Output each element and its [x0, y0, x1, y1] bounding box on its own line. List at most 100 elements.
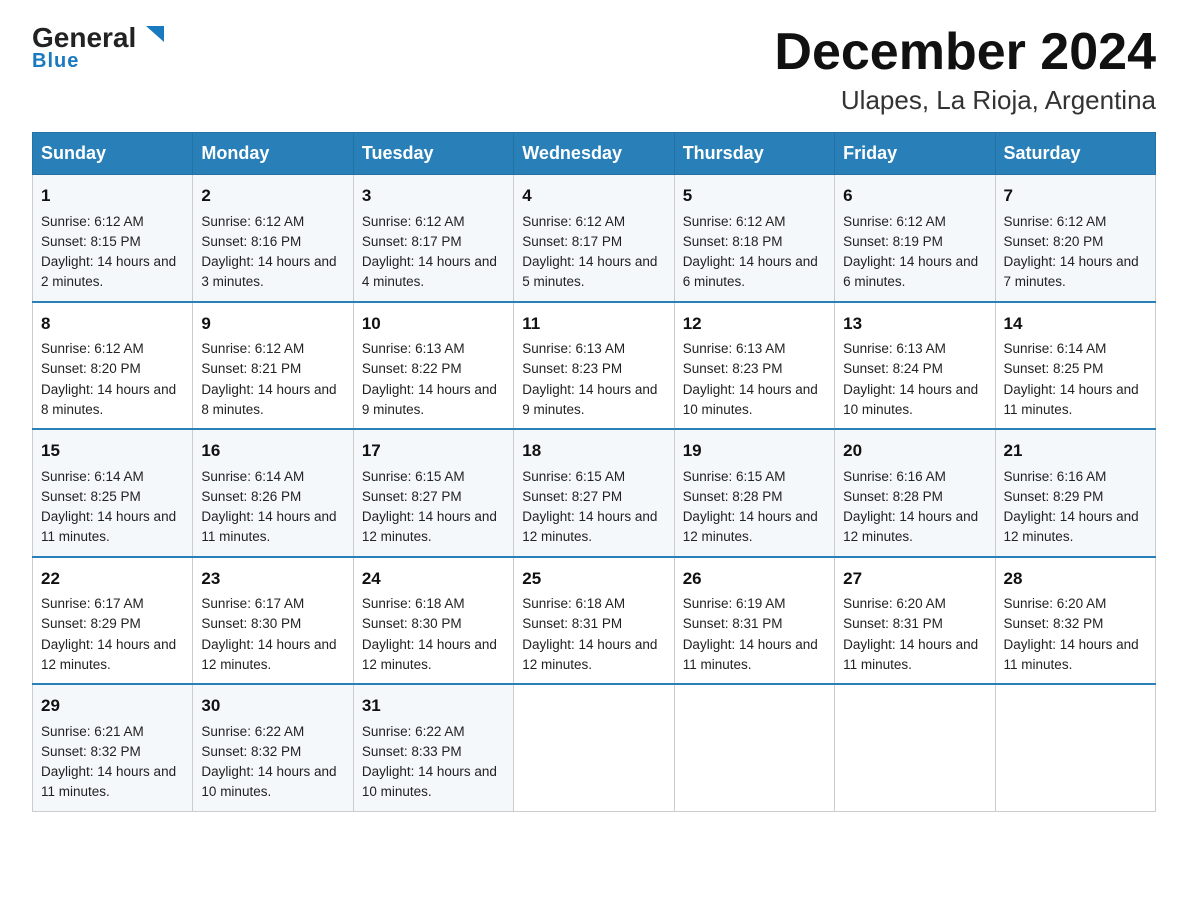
calendar-cell: 10Sunrise: 6:13 AMSunset: 8:22 PMDayligh…: [353, 302, 513, 430]
calendar-cell: 11Sunrise: 6:13 AMSunset: 8:23 PMDayligh…: [514, 302, 674, 430]
day-number: 20: [843, 438, 986, 464]
day-number: 4: [522, 183, 665, 209]
calendar-cell: 16Sunrise: 6:14 AMSunset: 8:26 PMDayligh…: [193, 429, 353, 557]
sunset-text: Sunset: 8:15 PM: [41, 232, 184, 252]
col-header-friday: Friday: [835, 133, 995, 175]
daylight-text: Daylight: 14 hours and 10 minutes.: [362, 762, 505, 803]
sunset-text: Sunset: 8:30 PM: [362, 614, 505, 634]
sunrise-text: Sunrise: 6:15 AM: [362, 467, 505, 487]
sunset-text: Sunset: 8:32 PM: [41, 742, 184, 762]
sunset-text: Sunset: 8:20 PM: [41, 359, 184, 379]
day-number: 18: [522, 438, 665, 464]
day-number: 6: [843, 183, 986, 209]
sunset-text: Sunset: 8:26 PM: [201, 487, 344, 507]
sunset-text: Sunset: 8:19 PM: [843, 232, 986, 252]
daylight-text: Daylight: 14 hours and 12 minutes.: [362, 635, 505, 676]
calendar-table: SundayMondayTuesdayWednesdayThursdayFrid…: [32, 132, 1156, 812]
day-number: 26: [683, 566, 826, 592]
sunrise-text: Sunrise: 6:22 AM: [362, 722, 505, 742]
sunrise-text: Sunrise: 6:20 AM: [843, 594, 986, 614]
sunset-text: Sunset: 8:21 PM: [201, 359, 344, 379]
sunset-text: Sunset: 8:23 PM: [683, 359, 826, 379]
daylight-text: Daylight: 14 hours and 11 minutes.: [1004, 380, 1147, 421]
calendar-cell: [514, 684, 674, 811]
calendar-cell: 14Sunrise: 6:14 AMSunset: 8:25 PMDayligh…: [995, 302, 1155, 430]
logo-icon: [138, 22, 166, 50]
sunrise-text: Sunrise: 6:19 AM: [683, 594, 826, 614]
sunrise-text: Sunrise: 6:13 AM: [683, 339, 826, 359]
sunrise-text: Sunrise: 6:18 AM: [362, 594, 505, 614]
day-number: 24: [362, 566, 505, 592]
daylight-text: Daylight: 14 hours and 9 minutes.: [362, 380, 505, 421]
day-number: 30: [201, 693, 344, 719]
calendar-cell: 29Sunrise: 6:21 AMSunset: 8:32 PMDayligh…: [33, 684, 193, 811]
daylight-text: Daylight: 14 hours and 10 minutes.: [201, 762, 344, 803]
day-number: 12: [683, 311, 826, 337]
sunrise-text: Sunrise: 6:14 AM: [201, 467, 344, 487]
week-row-1: 1Sunrise: 6:12 AMSunset: 8:15 PMDaylight…: [33, 175, 1156, 302]
sunset-text: Sunset: 8:18 PM: [683, 232, 826, 252]
day-number: 23: [201, 566, 344, 592]
sunrise-text: Sunrise: 6:13 AM: [843, 339, 986, 359]
calendar-cell: 27Sunrise: 6:20 AMSunset: 8:31 PMDayligh…: [835, 557, 995, 685]
calendar-cell: 1Sunrise: 6:12 AMSunset: 8:15 PMDaylight…: [33, 175, 193, 302]
daylight-text: Daylight: 14 hours and 12 minutes.: [843, 507, 986, 548]
sunset-text: Sunset: 8:28 PM: [683, 487, 826, 507]
daylight-text: Daylight: 14 hours and 2 minutes.: [41, 252, 184, 293]
title-block: December 2024 Ulapes, La Rioja, Argentin…: [774, 24, 1156, 116]
sunrise-text: Sunrise: 6:21 AM: [41, 722, 184, 742]
calendar-title: December 2024: [774, 24, 1156, 81]
daylight-text: Daylight: 14 hours and 7 minutes.: [1004, 252, 1147, 293]
day-number: 21: [1004, 438, 1147, 464]
col-header-saturday: Saturday: [995, 133, 1155, 175]
calendar-cell: 13Sunrise: 6:13 AMSunset: 8:24 PMDayligh…: [835, 302, 995, 430]
sunrise-text: Sunrise: 6:12 AM: [201, 339, 344, 359]
sunset-text: Sunset: 8:31 PM: [683, 614, 826, 634]
col-header-tuesday: Tuesday: [353, 133, 513, 175]
calendar-cell: 12Sunrise: 6:13 AMSunset: 8:23 PMDayligh…: [674, 302, 834, 430]
daylight-text: Daylight: 14 hours and 10 minutes.: [843, 380, 986, 421]
day-number: 27: [843, 566, 986, 592]
day-number: 2: [201, 183, 344, 209]
sunrise-text: Sunrise: 6:12 AM: [41, 339, 184, 359]
sunset-text: Sunset: 8:17 PM: [362, 232, 505, 252]
daylight-text: Daylight: 14 hours and 11 minutes.: [683, 635, 826, 676]
sunset-text: Sunset: 8:32 PM: [201, 742, 344, 762]
daylight-text: Daylight: 14 hours and 12 minutes.: [201, 635, 344, 676]
calendar-cell: 21Sunrise: 6:16 AMSunset: 8:29 PMDayligh…: [995, 429, 1155, 557]
day-number: 31: [362, 693, 505, 719]
sunset-text: Sunset: 8:31 PM: [843, 614, 986, 634]
daylight-text: Daylight: 14 hours and 8 minutes.: [201, 380, 344, 421]
calendar-cell: 6 Sunrise: 6:12 AMSunset: 8:19 PMDaylight…: [835, 175, 995, 302]
daylight-text: Daylight: 14 hours and 6 minutes.: [843, 252, 986, 293]
sunrise-text: Sunrise: 6:15 AM: [683, 467, 826, 487]
calendar-cell: 7Sunrise: 6:12 AMSunset: 8:20 PMDaylight…: [995, 175, 1155, 302]
sunset-text: Sunset: 8:17 PM: [522, 232, 665, 252]
sunrise-text: Sunrise: 6:12 AM: [1004, 212, 1147, 232]
day-number: 29: [41, 693, 184, 719]
sunset-text: Sunset: 8:23 PM: [522, 359, 665, 379]
week-row-4: 22Sunrise: 6:17 AMSunset: 8:29 PMDayligh…: [33, 557, 1156, 685]
day-number: 17: [362, 438, 505, 464]
logo-blue: Blue: [32, 50, 79, 73]
calendar-cell: 2Sunrise: 6:12 AMSunset: 8:16 PMDaylight…: [193, 175, 353, 302]
day-number: 3: [362, 183, 505, 209]
day-number: 10: [362, 311, 505, 337]
col-header-monday: Monday: [193, 133, 353, 175]
sunrise-text: Sunrise: 6:16 AM: [1004, 467, 1147, 487]
daylight-text: Daylight: 14 hours and 6 minutes.: [683, 252, 826, 293]
sunset-text: Sunset: 8:33 PM: [362, 742, 505, 762]
daylight-text: Daylight: 14 hours and 8 minutes.: [41, 380, 184, 421]
sunrise-text: Sunrise: 6:15 AM: [522, 467, 665, 487]
sunrise-text: Sunrise: 6:12 AM: [362, 212, 505, 232]
calendar-cell: 24Sunrise: 6:18 AMSunset: 8:30 PMDayligh…: [353, 557, 513, 685]
sunrise-text: Sunrise: 6:12 AM: [843, 212, 986, 232]
daylight-text: Daylight: 14 hours and 10 minutes.: [683, 380, 826, 421]
daylight-text: Daylight: 14 hours and 11 minutes.: [1004, 635, 1147, 676]
calendar-cell: 26Sunrise: 6:19 AMSunset: 8:31 PMDayligh…: [674, 557, 834, 685]
daylight-text: Daylight: 14 hours and 3 minutes.: [201, 252, 344, 293]
calendar-cell: [674, 684, 834, 811]
daylight-text: Daylight: 14 hours and 12 minutes.: [683, 507, 826, 548]
sunset-text: Sunset: 8:27 PM: [362, 487, 505, 507]
sunset-text: Sunset: 8:25 PM: [41, 487, 184, 507]
